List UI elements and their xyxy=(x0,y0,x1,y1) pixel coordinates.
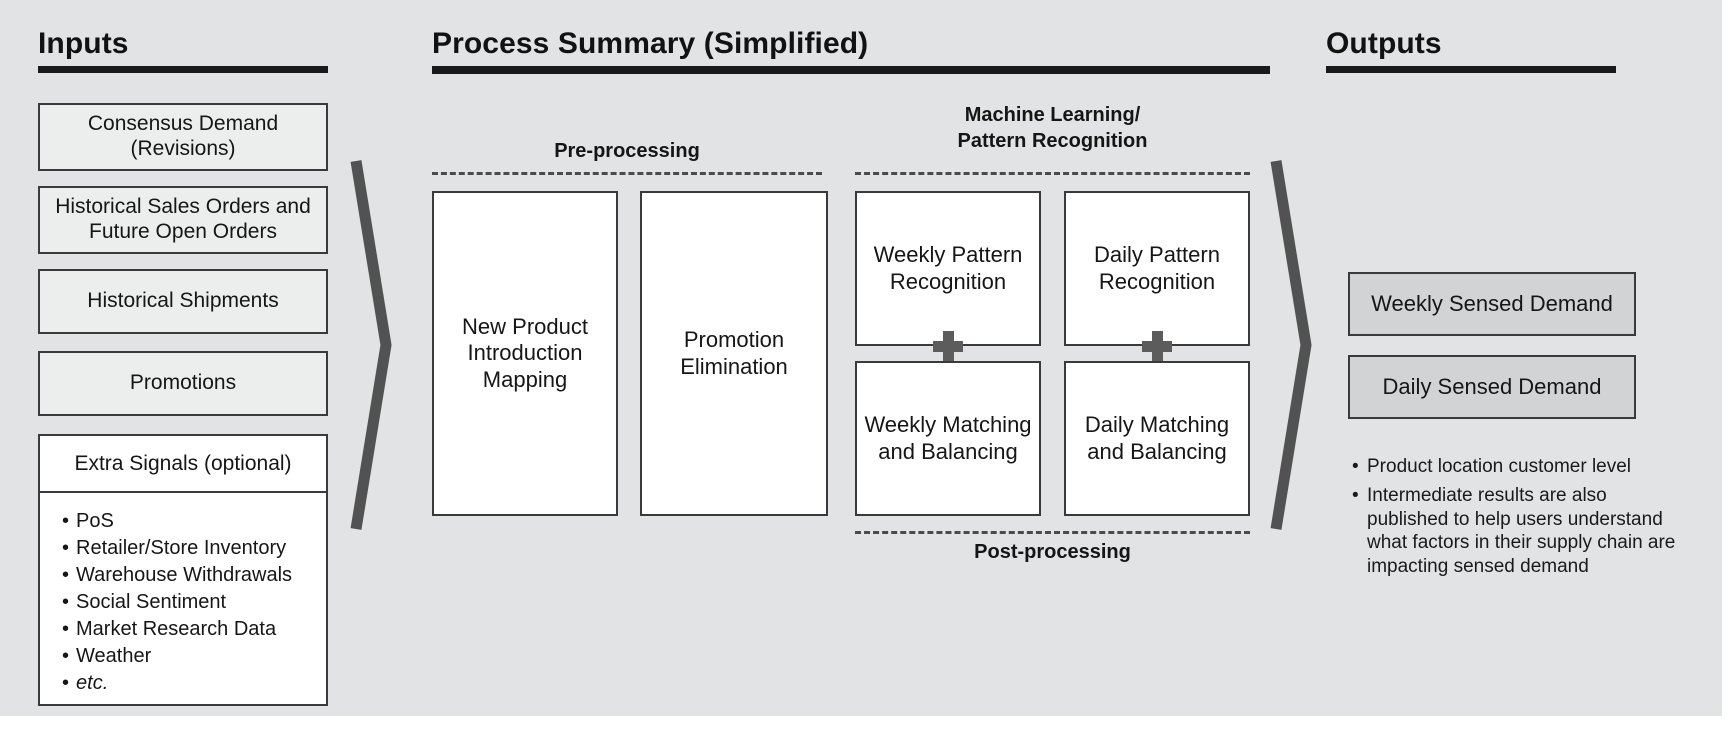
process-box-daily-matching-balancing[interactable]: Daily Matching and Balancing xyxy=(1064,361,1250,516)
process-box-label: New Product Introduction Mapping xyxy=(462,313,588,392)
chevron-right-icon xyxy=(1268,155,1320,535)
bullet-icon: • xyxy=(62,536,70,559)
input-box-label: Historical Sales Orders and Future Open … xyxy=(55,195,311,243)
postprocessing-divider xyxy=(855,531,1250,534)
list-item-label: Weather xyxy=(76,644,152,667)
bullet-icon: • xyxy=(62,563,70,586)
output-box-label: Weekly Sensed Demand xyxy=(1371,291,1613,316)
input-box-extra-signals[interactable]: Extra Signals (optional) • PoS • Retailer/… xyxy=(38,434,328,706)
machine-learning-label-line2: Pattern Recognition xyxy=(957,130,1148,152)
process-box-label: Weekly Pattern Recognition xyxy=(873,242,1023,294)
list-item: • Warehouse Withdrawals xyxy=(62,561,326,588)
plus-icon xyxy=(1142,331,1172,361)
list-item: • Weather xyxy=(62,642,326,669)
outputs-notes-list: • Product location customer level • Inte… xyxy=(1352,455,1692,584)
output-box-label: Daily Sensed Demand xyxy=(1382,374,1602,399)
process-box-daily-pattern-recognition[interactable]: Daily Pattern Recognition xyxy=(1064,191,1250,346)
list-item-label: Retailer/Store Inventory xyxy=(76,536,287,559)
bullet-icon: • xyxy=(62,617,70,640)
process-box-weekly-matching-balancing[interactable]: Weekly Matching and Balancing xyxy=(855,361,1041,516)
process-box-label: Daily Pattern Recognition xyxy=(1094,242,1220,294)
input-box-label: Promotions xyxy=(129,371,237,395)
bullet-icon: • xyxy=(62,509,70,532)
list-item-label: etc. xyxy=(76,671,109,694)
process-box-promotion-elimination[interactable]: Promotion Elimination xyxy=(640,191,828,516)
outputs-title-rule xyxy=(1326,66,1616,73)
input-box-label: Consensus Demand (Revisions) xyxy=(87,112,279,160)
preprocessing-label: Pre-processing xyxy=(554,140,700,162)
list-item: • etc. xyxy=(62,669,326,696)
bullet-icon: • xyxy=(62,671,70,694)
input-box-label: Historical Shipments xyxy=(87,289,279,313)
inputs-column-title: Inputs xyxy=(38,27,129,60)
list-item: • Retailer/Store Inventory xyxy=(62,534,326,561)
list-item: • Social Sentiment xyxy=(62,588,326,615)
inputs-title-rule xyxy=(38,66,328,73)
input-box-historical-shipments[interactable]: Historical Shipments xyxy=(38,269,328,334)
list-item: • Product location customer level xyxy=(1352,455,1692,479)
list-item: • PoS xyxy=(62,507,326,534)
list-item-label: Product location customer level xyxy=(1367,456,1632,477)
output-box-weekly-sensed-demand[interactable]: Weekly Sensed Demand xyxy=(1348,272,1636,336)
list-item: • Market Research Data xyxy=(62,615,326,642)
preprocessing-divider xyxy=(432,172,822,175)
list-item-label: Intermediate results are also published … xyxy=(1367,484,1676,577)
bullet-icon: • xyxy=(62,590,70,613)
input-box-historical-sales-orders[interactable]: Historical Sales Orders and Future Open … xyxy=(38,186,328,254)
process-box-npi-mapping[interactable]: New Product Introduction Mapping xyxy=(432,191,618,516)
list-item: • Intermediate results are also publishe… xyxy=(1352,484,1692,579)
process-box-label: Weekly Matching and Balancing xyxy=(864,412,1032,464)
chevron-right-icon xyxy=(348,155,400,535)
process-title-rule xyxy=(432,66,1270,74)
machine-learning-label-line1: Machine Learning/ xyxy=(964,104,1141,126)
input-box-promotions[interactable]: Promotions xyxy=(38,351,328,416)
extra-signals-title: Extra Signals (optional) xyxy=(40,436,326,493)
postprocessing-label: Post-processing xyxy=(974,541,1131,563)
extra-signals-title-label: Extra Signals (optional) xyxy=(74,451,292,475)
diagram-canvas: Inputs Consensus Demand (Revisions) Hist… xyxy=(0,0,1735,740)
outputs-column-title: Outputs xyxy=(1326,27,1442,60)
bullet-icon: • xyxy=(1352,484,1359,506)
machine-learning-divider xyxy=(855,172,1250,175)
plus-icon xyxy=(933,331,963,361)
list-item-label: Social Sentiment xyxy=(76,590,227,613)
process-box-label: Promotion Elimination xyxy=(680,327,788,379)
bullet-icon: • xyxy=(62,644,70,667)
process-box-label: Daily Matching and Balancing xyxy=(1084,412,1230,464)
list-item-label: Warehouse Withdrawals xyxy=(76,563,293,586)
process-box-weekly-pattern-recognition[interactable]: Weekly Pattern Recognition xyxy=(855,191,1041,346)
list-item-label: PoS xyxy=(76,509,114,532)
list-item-label: Market Research Data xyxy=(76,617,277,640)
extra-signals-list: • PoS • Retailer/Store Inventory • Warehous… xyxy=(40,493,326,702)
bullet-icon: • xyxy=(1352,456,1359,477)
input-box-consensus-demand[interactable]: Consensus Demand (Revisions) xyxy=(38,103,328,171)
process-column-title: Process Summary (Simplified) xyxy=(432,27,869,60)
output-box-daily-sensed-demand[interactable]: Daily Sensed Demand xyxy=(1348,355,1636,419)
